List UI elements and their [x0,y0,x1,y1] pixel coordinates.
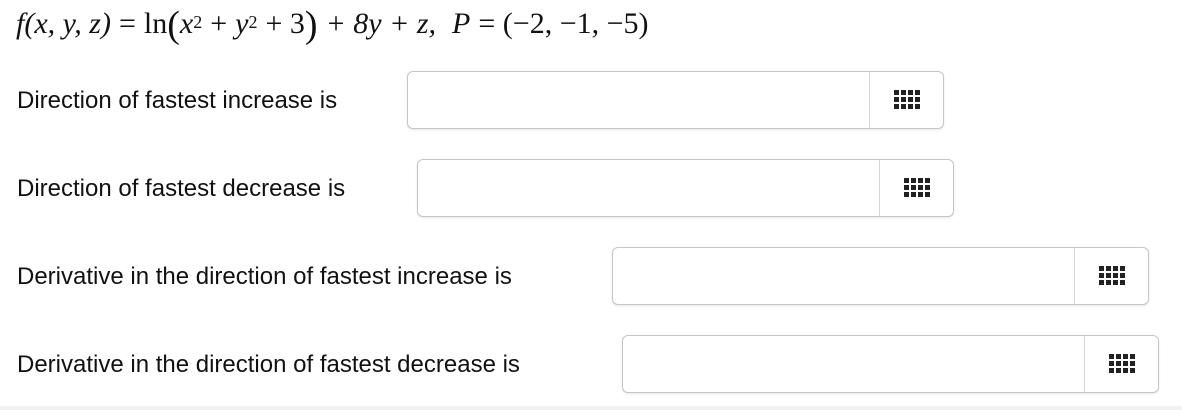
y-variable: y [235,7,249,40]
formula-tail: + 8y + z, [325,7,437,40]
question-label-3: Derivative in the direction of fastest i… [17,263,512,290]
question-label-4: Derivative in the direction of fastest d… [17,351,520,378]
answer-field-1[interactable] [407,71,944,129]
answer-input-4[interactable] [629,342,1069,386]
math-palette-button-3[interactable] [1075,248,1149,304]
answer-field-2[interactable] [417,159,954,217]
answer-input-2[interactable] [424,166,864,210]
math-palette-button-2[interactable] [880,160,954,216]
plus-sign: + [210,7,228,40]
question-row-1: Direction of fastest increase is [0,71,1182,131]
grid-icon [894,90,920,110]
grid-icon [904,178,930,198]
answer-input-1[interactable] [414,78,854,122]
answer-field-4[interactable] [622,335,1159,393]
math-palette-button-1[interactable] [870,72,944,128]
question-row-4: Derivative in the direction of fastest d… [0,335,1182,395]
point-value: = (−2, −1, −5) [478,7,649,40]
bottom-divider [0,406,1182,410]
function-variables: (x, y, z) [24,7,111,40]
math-palette-button-4[interactable] [1085,336,1159,392]
plus-three: + 3 [265,7,305,40]
question-label-1: Direction of fastest increase is [17,87,338,114]
question-label-2: Direction of fastest decrease is [17,175,346,202]
grid-icon [1109,354,1135,374]
question-row-2: Direction of fastest decrease is [0,159,1182,219]
point-name: P [452,7,471,40]
grid-icon [1099,266,1125,286]
equals-sign: = [118,7,136,40]
question-row-3: Derivative in the direction of fastest i… [0,247,1182,307]
x-variable: x [179,7,194,40]
function-formula: f (x, y, z) = ln ( x2 + y2 + 3 ) + 8y + … [16,4,649,46]
answer-input-3[interactable] [619,254,1059,298]
ln-text: ln [143,7,168,40]
answer-field-3[interactable] [612,247,1149,305]
function-name: f [16,7,25,40]
